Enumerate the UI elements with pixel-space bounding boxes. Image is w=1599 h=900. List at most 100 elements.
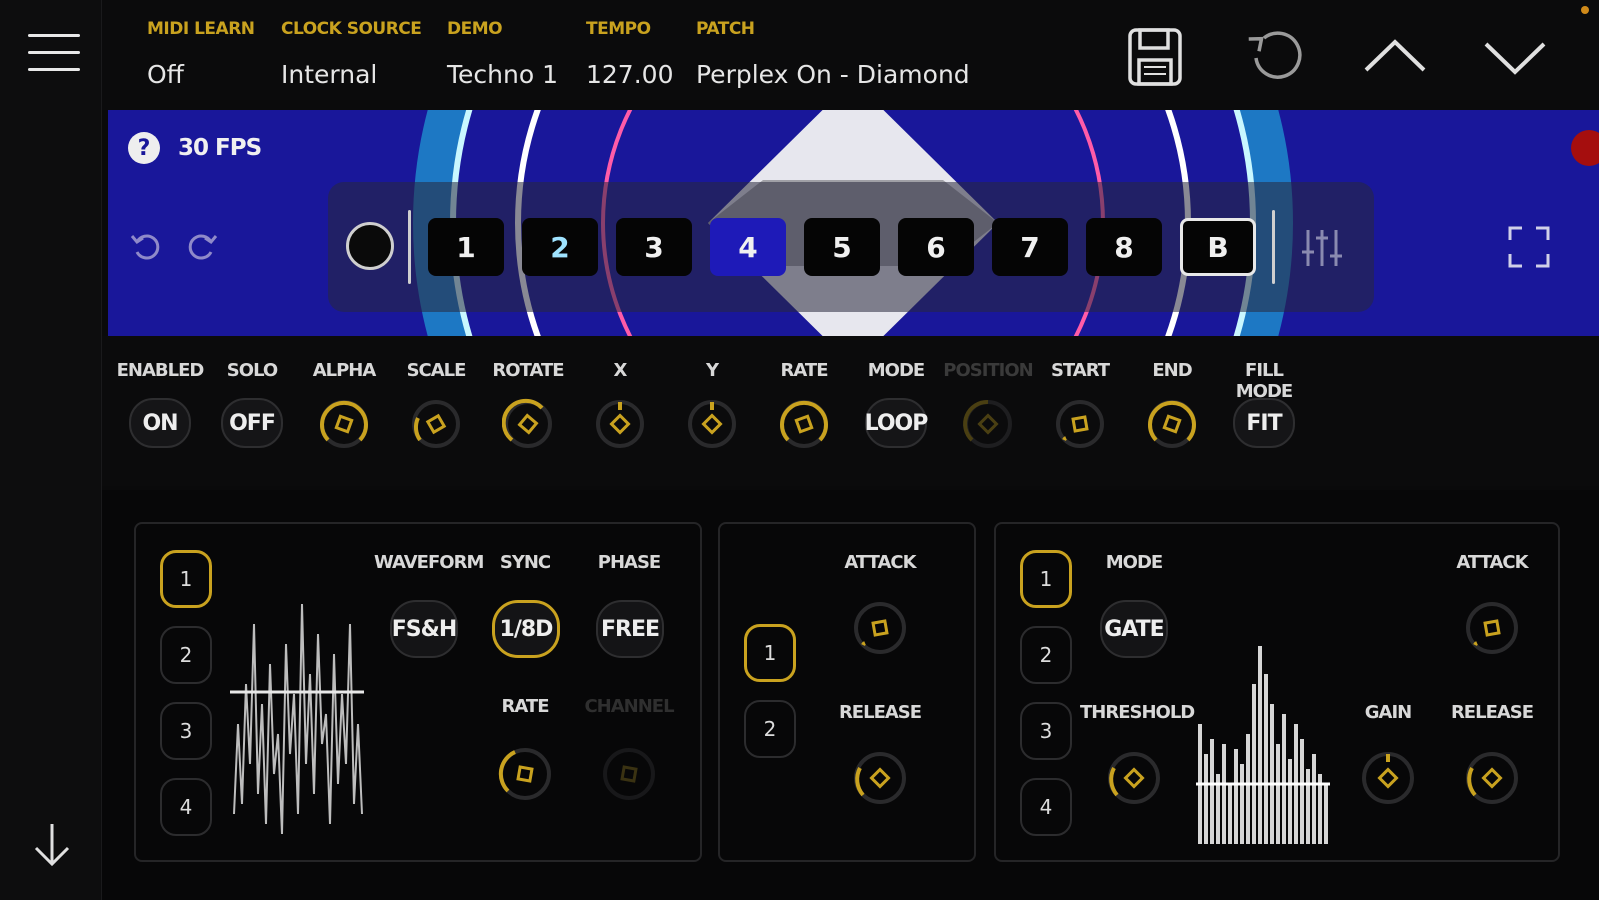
midi-learn-value[interactable]: Off — [147, 60, 184, 89]
fill-mode-control: FILL MODE FIT — [1219, 360, 1309, 448]
lfo-select-1[interactable]: 1 — [160, 550, 212, 608]
lfo-rate-knob[interactable] — [497, 746, 553, 802]
fullscreen-icon[interactable] — [1508, 226, 1550, 268]
env-attack-knob[interactable] — [852, 600, 908, 656]
waveform-selector[interactable]: FS&H — [390, 600, 458, 658]
env-attack-label: ATTACK — [844, 552, 916, 573]
audio-panel: 1 2 3 4 MODE GATE THRESHOLD GAIN ATTACK … — [994, 522, 1560, 862]
layer-button-1[interactable]: 1 — [428, 218, 504, 276]
end-knob[interactable] — [1146, 398, 1198, 450]
enabled-toggle[interactable]: ON — [129, 398, 191, 448]
phase-selector[interactable]: FREE — [596, 600, 664, 658]
mixer-sliders-icon[interactable] — [1300, 226, 1344, 270]
modulation-area: 1 2 3 4 WAVEFORM FS&H SYNC 1/8D PHASE FR… — [102, 490, 1599, 900]
scale-control: SCALE — [391, 360, 481, 450]
audio-select-2[interactable]: 2 — [1020, 626, 1072, 684]
audio-release-label: RELEASE — [1450, 702, 1534, 723]
scale-label: SCALE — [406, 360, 467, 381]
threshold-label: THRESHOLD — [1080, 702, 1195, 723]
audio-attack-knob[interactable] — [1464, 600, 1520, 656]
env-release-knob[interactable] — [852, 750, 908, 806]
x-control: X — [575, 360, 665, 450]
alpha-knob[interactable] — [318, 398, 370, 450]
demo-label: DEMO — [447, 19, 503, 39]
help-icon[interactable]: ? — [128, 132, 160, 164]
layer-button-2[interactable]: 2 — [522, 218, 598, 276]
record-indicator[interactable] — [1571, 130, 1599, 166]
audio-mode-label: MODE — [1105, 552, 1163, 573]
tempo-label: TEMPO — [586, 19, 651, 39]
lfo-select-4[interactable]: 4 — [160, 778, 212, 836]
lfo-select-3[interactable]: 3 — [160, 702, 212, 760]
lfo-select-2[interactable]: 2 — [160, 626, 212, 684]
lfo-panel: 1 2 3 4 WAVEFORM FS&H SYNC 1/8D PHASE FR… — [134, 522, 702, 862]
save-icon[interactable] — [1120, 22, 1190, 92]
visual-preview: ? 30 FPS 1 2 3 4 5 6 7 8 B — [108, 110, 1599, 336]
audio-release-knob[interactable] — [1464, 750, 1520, 806]
gain-knob[interactable] — [1360, 750, 1416, 806]
solo-label: SOLO — [226, 360, 278, 381]
clock-source-value[interactable]: Internal — [281, 60, 377, 89]
patch-value[interactable]: Perplex On - Diamond — [696, 60, 970, 89]
solo-control: SOLO OFF — [207, 360, 297, 448]
undo-icon[interactable] — [128, 228, 164, 264]
audio-select-3[interactable]: 3 — [1020, 702, 1072, 760]
redo-icon[interactable] — [184, 228, 220, 264]
env-release-label: RELEASE — [838, 702, 922, 723]
phase-label: PHASE — [597, 552, 661, 573]
midi-learn-label: MIDI LEARN — [147, 19, 255, 39]
chevron-up-icon[interactable] — [1360, 22, 1430, 92]
x-knob[interactable] — [594, 398, 646, 450]
rotate-control: ROTATE — [483, 360, 573, 450]
x-label: X — [613, 360, 628, 381]
position-label: POSITION — [943, 360, 1034, 381]
mode-label: MODE — [867, 360, 925, 381]
demo-value[interactable]: Techno 1 — [447, 60, 558, 89]
envelope-panel: 1 2 ATTACK RELEASE — [718, 522, 976, 862]
rate-knob[interactable] — [778, 398, 830, 450]
scale-knob[interactable] — [410, 398, 462, 450]
arrow-down-icon[interactable] — [30, 820, 74, 870]
layer-color-swatch[interactable] — [346, 222, 394, 270]
audio-mode-selector[interactable]: GATE — [1100, 600, 1168, 658]
layer-button-8[interactable]: 8 — [1086, 218, 1162, 276]
env-select-2[interactable]: 2 — [744, 700, 796, 758]
solo-toggle[interactable]: OFF — [221, 398, 283, 448]
hamburger-menu-icon[interactable] — [28, 34, 80, 72]
rate-control: RATE — [759, 360, 849, 450]
layer-button-7[interactable]: 7 — [992, 218, 1068, 276]
threshold-knob[interactable] — [1106, 750, 1162, 806]
layer-button-4[interactable]: 4 — [710, 218, 786, 276]
fps-indicator: ? 30 FPS — [128, 132, 262, 164]
chevron-down-icon[interactable] — [1480, 22, 1550, 92]
status-dot — [1581, 6, 1589, 14]
rotate-label: ROTATE — [492, 360, 564, 381]
tempo-value[interactable]: 127.00 — [586, 60, 673, 89]
top-bar: MIDI LEARN Off CLOCK SOURCE Internal DEM… — [102, 0, 1599, 110]
sync-label: SYNC — [499, 552, 551, 573]
rotate-knob[interactable] — [502, 398, 554, 450]
sync-selector[interactable]: 1/8D — [492, 600, 560, 658]
y-label: Y — [705, 360, 719, 381]
channel-knob — [603, 748, 655, 800]
env-select-1[interactable]: 1 — [744, 624, 796, 682]
start-knob[interactable] — [1054, 398, 1106, 450]
position-control: POSITION — [943, 360, 1034, 450]
layer-button-3[interactable]: 3 — [616, 218, 692, 276]
position-knob — [963, 399, 1012, 448]
enabled-label: ENABLED — [116, 360, 205, 381]
fps-text: 30 FPS — [178, 135, 262, 161]
channel-label: CHANNEL — [584, 696, 674, 717]
revert-icon[interactable] — [1240, 22, 1310, 92]
layer-button-5[interactable]: 5 — [804, 218, 880, 276]
fill-mode-toggle[interactable]: FIT — [1233, 398, 1295, 448]
mode-toggle[interactable]: LOOP — [865, 398, 928, 448]
layer-button-b[interactable]: B — [1180, 218, 1256, 276]
layer-button-6[interactable]: 6 — [898, 218, 974, 276]
audio-select-4[interactable]: 4 — [1020, 778, 1072, 836]
audio-select-1[interactable]: 1 — [1020, 550, 1072, 608]
end-label: END — [1152, 360, 1192, 381]
y-knob[interactable] — [686, 398, 738, 450]
separator — [1272, 210, 1275, 284]
fill-mode-label: FILL MODE — [1235, 360, 1293, 402]
